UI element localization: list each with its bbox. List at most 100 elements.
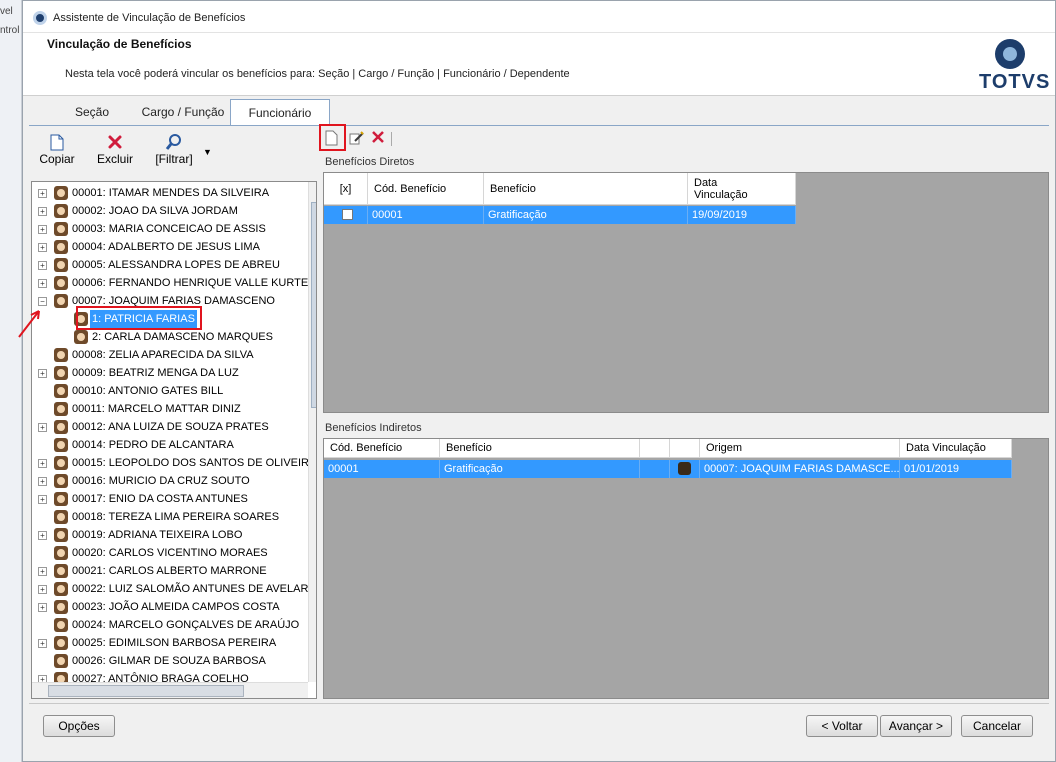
red-arrow-icon	[18, 310, 40, 338]
next-button[interactable]: Avançar >	[880, 715, 952, 737]
tab-divider	[29, 125, 1049, 126]
expand-icon[interactable]: +	[38, 567, 47, 576]
table-cell-date[interactable]: 01/01/2019	[900, 460, 1012, 478]
header-description: Nesta tela você poderá vincular os benef…	[65, 68, 570, 80]
background-text: vel	[0, 6, 13, 17]
table-cell-date[interactable]: 19/09/2019	[688, 206, 796, 224]
person-icon	[54, 492, 68, 506]
column-header-date[interactable]: Data Vinculação	[900, 439, 1012, 458]
person-icon	[54, 600, 68, 614]
expand-icon[interactable]: +	[38, 459, 47, 468]
person-icon	[54, 366, 68, 380]
table-cell-code[interactable]: 00001	[368, 206, 484, 224]
column-header-origin[interactable]: Origem	[700, 439, 900, 458]
expand-icon[interactable]: +	[38, 603, 47, 612]
column-header-benefit[interactable]: Benefício	[484, 173, 688, 205]
expand-icon[interactable]: +	[38, 477, 47, 486]
copy-button[interactable]: Copiar	[35, 134, 79, 174]
person-icon	[54, 348, 68, 362]
expand-icon[interactable]: +	[38, 639, 47, 648]
indirect-benefits-grid[interactable]: Cód. Benefício Benefício Origem Data Vin…	[323, 438, 1049, 699]
remove-icon[interactable]	[371, 130, 385, 147]
app-icon	[33, 11, 47, 25]
highlight-box	[76, 306, 202, 330]
tab-secao[interactable]: Seção	[47, 99, 137, 126]
person-icon	[54, 618, 68, 632]
totvs-logo-icon	[995, 39, 1025, 69]
column-header-icon[interactable]	[670, 439, 700, 458]
expand-icon[interactable]: +	[38, 225, 47, 234]
delete-icon	[93, 134, 137, 152]
filter-button[interactable]: [Filtrar]	[147, 134, 201, 174]
employee-tree[interactable]: +00001: ITAMAR MENDES DA SILVEIRA +00002…	[31, 181, 317, 699]
table-cell-benefit[interactable]: Gratificação	[440, 460, 640, 478]
tree-horizontal-scrollbar[interactable]	[32, 682, 308, 698]
person-icon	[54, 564, 68, 578]
totvs-logo: TOTVS	[973, 37, 1049, 93]
new-icon[interactable]	[325, 130, 338, 149]
person-icon	[54, 438, 68, 452]
delete-button[interactable]: Excluir	[93, 134, 137, 174]
person-icon	[54, 402, 68, 416]
expand-icon[interactable]: +	[38, 423, 47, 432]
expand-icon[interactable]: +	[38, 261, 47, 270]
expand-icon[interactable]: +	[38, 207, 47, 216]
expand-icon[interactable]: +	[38, 531, 47, 540]
title-bar[interactable]: Assistente de Vinculação de Benefícios	[23, 1, 1055, 33]
background-window-fragment: vel ntrol	[0, 0, 22, 762]
scrollbar-thumb[interactable]	[48, 685, 244, 697]
person-icon	[54, 276, 68, 290]
expand-icon[interactable]: +	[38, 495, 47, 504]
column-header-check[interactable]: [x]	[324, 173, 368, 205]
benefits-toolbar	[319, 124, 1049, 152]
indirect-benefits-label: Benefícios Indiretos	[325, 422, 422, 434]
table-cell-code[interactable]: 00001	[324, 460, 440, 478]
expand-icon[interactable]: +	[38, 243, 47, 252]
wizard-window: Assistente de Vinculação de Benefícios V…	[18, 0, 1056, 762]
edit-icon[interactable]	[349, 130, 365, 149]
expand-icon[interactable]: +	[38, 585, 47, 594]
expand-icon[interactable]: +	[38, 189, 47, 198]
filter-label: [Filtrar]	[155, 152, 193, 166]
background-text: ntrol	[0, 25, 20, 36]
table-cell-origin[interactable]: 00007: JOAQUIM FARIAS DAMASCE...	[700, 460, 900, 478]
person-icon	[54, 456, 68, 470]
person-icon	[54, 528, 68, 542]
tab-cargo-funcao[interactable]: Cargo / Função	[133, 99, 233, 126]
row-checkbox[interactable]	[342, 209, 353, 220]
table-cell-icon[interactable]	[670, 460, 700, 478]
column-header-code[interactable]: Cód. Benefício	[324, 439, 440, 458]
column-header-blank[interactable]	[640, 439, 670, 458]
toolbar-separator	[391, 132, 392, 146]
person-icon	[54, 546, 68, 560]
person-icon	[678, 462, 691, 475]
back-button[interactable]: < Voltar	[806, 715, 878, 737]
column-header-code[interactable]: Cód. Benefício	[368, 173, 484, 205]
column-header-date[interactable]: Data Vinculação	[688, 173, 796, 205]
person-icon	[54, 384, 68, 398]
person-icon	[54, 186, 68, 200]
options-button[interactable]: Opções	[43, 715, 115, 737]
tab-funcionario[interactable]: Funcionário	[230, 99, 330, 126]
footer-divider	[29, 703, 1049, 704]
direct-benefits-grid[interactable]: [x] Cód. Benefício Benefício Data Vincul…	[323, 172, 1049, 413]
window-title: Assistente de Vinculação de Benefícios	[53, 12, 246, 24]
chevron-down-icon[interactable]: ▼	[203, 147, 212, 157]
expand-icon[interactable]: +	[38, 279, 47, 288]
delete-label: Excluir	[96, 152, 133, 166]
table-cell-blank[interactable]	[640, 460, 670, 478]
cancel-button[interactable]: Cancelar	[961, 715, 1033, 737]
table-row-checkbox-cell[interactable]	[324, 206, 368, 224]
direct-benefits-label: Benefícios Diretos	[325, 156, 415, 168]
person-icon	[54, 204, 68, 218]
wizard-header: Vinculação de Benefícios Nesta tela você…	[23, 33, 1055, 96]
person-icon	[54, 420, 68, 434]
column-header-benefit[interactable]: Benefício	[440, 439, 640, 458]
logo-text: TOTVS	[979, 71, 1051, 93]
scrollbar-thumb[interactable]	[311, 202, 316, 408]
tree-vertical-scrollbar[interactable]	[308, 182, 316, 682]
expand-icon[interactable]: +	[38, 369, 47, 378]
table-cell-benefit[interactable]: Gratificação	[484, 206, 688, 224]
person-icon	[54, 582, 68, 596]
person-icon	[54, 258, 68, 272]
